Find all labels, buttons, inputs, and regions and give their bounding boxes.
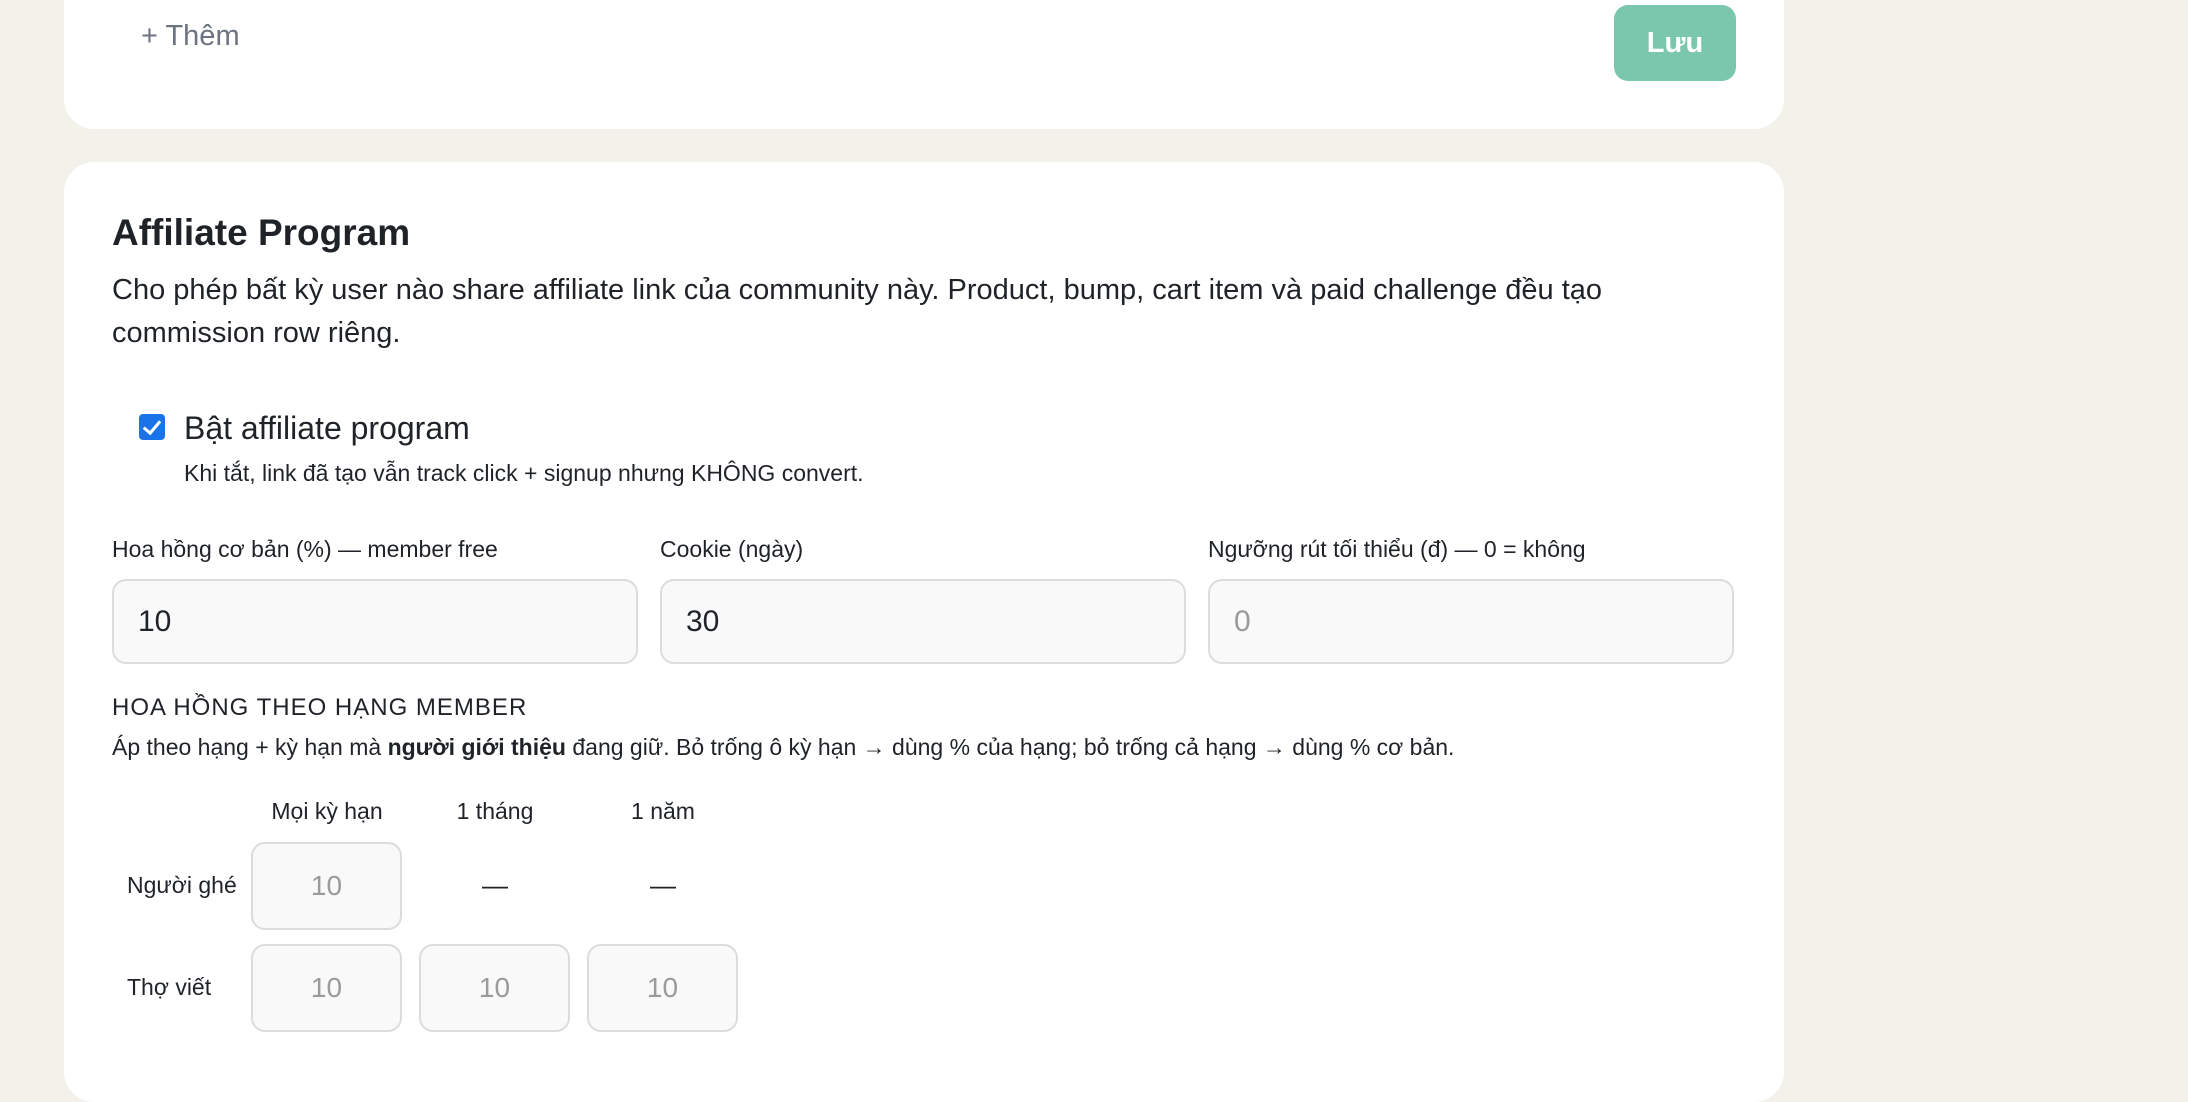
min-withdraw-input[interactable]	[1208, 579, 1734, 664]
enable-affiliate-hint: Khi tắt, link đã tạo vẫn track click + s…	[184, 460, 864, 486]
tier-row-label-visitor: Người ghé	[127, 872, 237, 898]
column-header-any-term: Mọi kỳ hạn	[271, 798, 383, 824]
tier-writer-1-year-input[interactable]	[587, 944, 738, 1032]
tier-desc-part-2: đang giữ. Bỏ trống ô kỳ hạn → dùng % của…	[565, 734, 1455, 760]
column-header-1-year: 1 năm	[631, 798, 695, 824]
tier-commission-description: Áp theo hạng + kỳ hạn mà người giới thiệ…	[112, 734, 1454, 761]
tier-writer-1-month-input[interactable]	[419, 944, 570, 1032]
tier-commission-title: HOA HỒNG THEO HẠNG MEMBER	[112, 694, 528, 721]
affiliate-card: Affiliate Program Cho phép bất kỳ user n…	[64, 162, 1784, 1102]
save-button[interactable]: Lưu	[1614, 5, 1736, 81]
add-button[interactable]: + Thêm	[141, 20, 240, 53]
tier-visitor-1-year-empty: —	[650, 870, 676, 900]
min-withdraw-label: Ngưỡng rút tối thiểu (đ) — 0 = không	[1208, 536, 1586, 562]
tier-writer-any-term-input[interactable]	[251, 944, 402, 1032]
column-header-1-month: 1 tháng	[456, 798, 534, 824]
checkmark-icon	[142, 415, 162, 436]
tier-visitor-1-month-empty: —	[482, 870, 508, 900]
top-card: + Thêm Lưu	[64, 0, 1784, 129]
base-commission-input[interactable]	[112, 579, 638, 664]
tier-desc-bold: người giới thiệu	[387, 734, 566, 760]
base-commission-label: Hoa hồng cơ bản (%) — member free	[112, 536, 498, 562]
section-title: Affiliate Program	[112, 212, 411, 253]
enable-affiliate-checkbox[interactable]	[139, 414, 165, 440]
cookie-days-input[interactable]	[660, 579, 1186, 664]
section-description: Cho phép bất kỳ user nào share affiliate…	[112, 274, 1603, 349]
tier-desc-part-1: Áp theo hạng + kỳ hạn mà	[112, 734, 388, 760]
tier-row-label-writer: Thợ viết	[127, 974, 212, 1000]
cookie-days-label: Cookie (ngày)	[660, 536, 804, 562]
tier-visitor-any-term-input[interactable]	[251, 842, 402, 930]
enable-affiliate-label[interactable]: Bật affiliate program	[184, 410, 470, 447]
